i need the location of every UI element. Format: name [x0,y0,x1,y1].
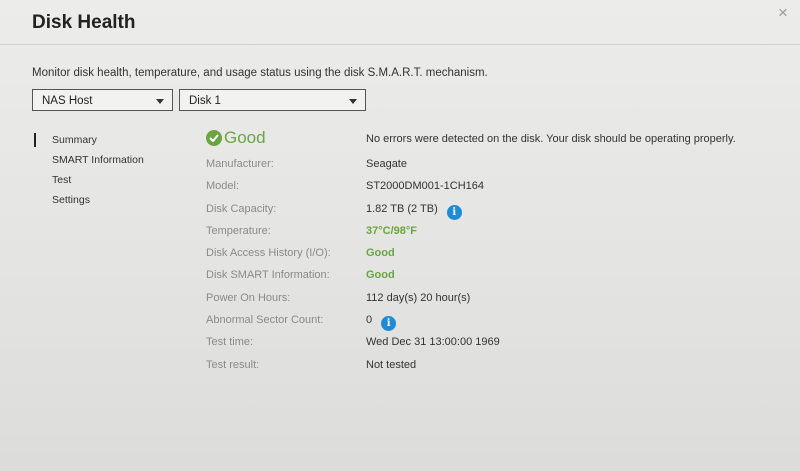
info-row-abnormal-sectors: Abnormal Sector Count: 0i [206,310,766,332]
info-row-temperature: Temperature: 37°C/98°F [206,221,766,243]
sidebar-item-summary[interactable]: Summary [34,130,184,150]
info-value: 1.82 TB (2 TB) [366,202,438,215]
sidebar-item-smart-information[interactable]: SMART Information [34,150,184,170]
info-label: Disk SMART Information: [206,269,330,282]
sidebar-item-test[interactable]: Test [34,170,184,190]
page-description: Monitor disk health, temperature, and us… [32,67,488,79]
health-status-message: No errors were detected on the disk. You… [366,133,736,145]
info-row-smart-info: Disk SMART Information: Good [206,265,766,287]
info-value: Wed Dec 31 13:00:00 1969 [366,336,500,349]
title-bar: Disk Health × [0,0,800,45]
check-circle-icon [206,130,222,146]
disk-info-table: Manufacturer: Seagate Model: ST2000DM001… [206,154,766,377]
info-label: Model: [206,180,240,193]
info-row-power-on-hours: Power On Hours: 112 day(s) 20 hour(s) [206,288,766,310]
info-value: 112 day(s) 20 hour(s) [366,291,471,304]
info-label: Manufacturer: [206,158,274,170]
chevron-down-icon [349,99,357,104]
disk-health-window: Disk Health × Monitor disk health, tempe… [0,0,800,471]
chevron-down-icon [156,99,164,104]
disk-select-value: Disk 1 [189,95,221,107]
info-label: Disk Capacity: [206,202,277,215]
info-value-wrap: 1.82 TB (2 TB) i [366,203,462,220]
info-label: Power On Hours: [206,291,291,304]
info-label: Disk Access History (I/O): [206,247,331,260]
sidebar-nav: Summary SMART Information Test Settings [34,130,184,210]
info-row-test-time: Test time: Wed Dec 31 13:00:00 1969 [206,332,766,354]
info-icon[interactable]: i [381,316,397,332]
host-select-value: NAS Host [42,95,93,107]
info-row-test-result: Test result: Not tested [206,355,766,377]
info-row-capacity: Disk Capacity: 1.82 TB (2 TB) i [206,199,766,221]
info-label: Abnormal Sector Count: [206,314,324,327]
info-row-manufacturer: Manufacturer: Seagate [206,154,766,176]
info-row-access-history: Disk Access History (I/O): Good [206,243,766,265]
info-value: ST2000DM001-1CH164 [366,180,485,193]
sidebar-item-settings[interactable]: Settings [34,190,184,210]
info-value: 0 [366,314,373,327]
health-status-label: Good [224,128,266,147]
info-value: Good [366,269,395,282]
close-icon[interactable]: × [774,4,792,22]
info-icon[interactable]: i [446,204,462,220]
info-label: Temperature: [206,224,271,237]
info-value: Good [366,247,395,260]
info-label: Test result: [206,358,260,371]
info-value: 37°C/98°F [366,224,417,237]
window-title: Disk Health [32,12,136,33]
disk-select[interactable]: Disk 1 [179,89,366,111]
info-value: Not tested [366,358,417,371]
info-value-wrap: 0i [366,314,397,332]
info-value: Seagate [366,158,407,170]
host-select[interactable]: NAS Host [32,89,173,111]
info-label: Test time: [206,336,254,349]
info-row-model: Model: ST2000DM001-1CH164 [206,176,766,198]
